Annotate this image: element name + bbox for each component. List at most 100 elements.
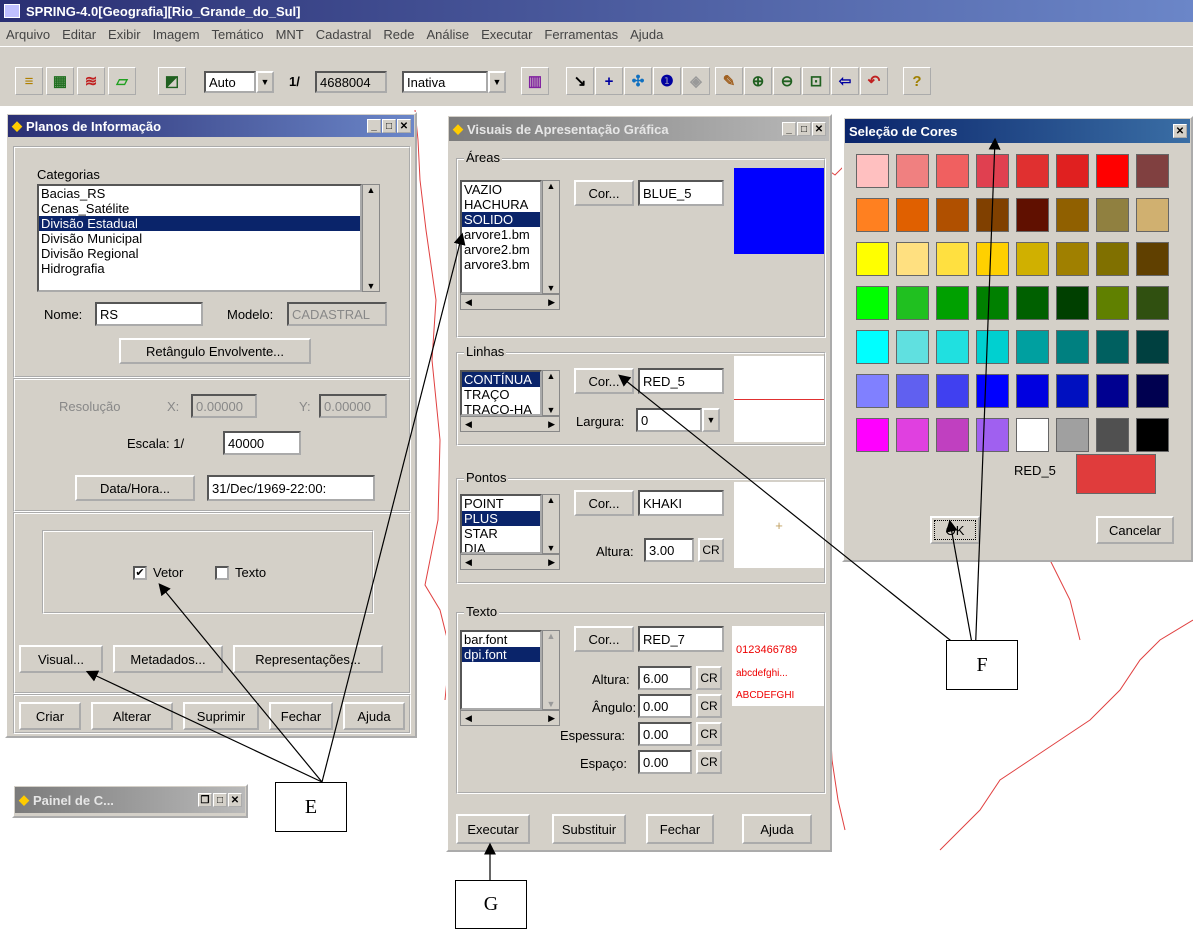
color-swatch[interactable]	[1016, 242, 1049, 276]
list-item[interactable]: Divisão Estadual	[39, 216, 360, 231]
largura-select[interactable]: 0	[636, 408, 702, 432]
pontos-list[interactable]: POINT PLUS STAR DIA	[460, 494, 542, 554]
list-item[interactable]: Bacias_RS	[39, 186, 360, 201]
color-swatch[interactable]	[856, 198, 889, 232]
close-icon[interactable]: ✕	[397, 119, 411, 133]
menu-item[interactable]: Imagem	[153, 27, 200, 42]
list-item[interactable]: arvore3.bm	[462, 257, 540, 272]
data-hora-button[interactable]: Data/Hora...	[75, 475, 195, 501]
color-swatch[interactable]	[1136, 374, 1169, 408]
areas-list[interactable]: VAZIO HACHURA SOLIDO arvore1.bm arvore2.bm ar…	[460, 180, 542, 294]
color-swatch[interactable]	[1136, 242, 1169, 276]
map-view-icon[interactable]: ◩	[158, 67, 186, 95]
help-icon[interactable]: ?	[903, 67, 931, 95]
linhas-cor-button[interactable]: Cor...	[574, 368, 634, 394]
color-swatch[interactable]	[976, 286, 1009, 320]
list-item[interactable]: Divisão Municipal	[39, 231, 360, 246]
menu-item[interactable]: Temático	[212, 27, 264, 42]
menu-item[interactable]: Editar	[62, 27, 96, 42]
close-icon[interactable]: ✕	[228, 793, 242, 807]
menu-item[interactable]: Análise	[426, 27, 469, 42]
arrow-down-right-icon[interactable]: ↘	[566, 67, 594, 95]
color-swatch[interactable]	[856, 418, 889, 452]
zoom-in-icon[interactable]: ⊕	[744, 67, 772, 95]
plane-icon[interactable]: ▱	[108, 67, 136, 95]
color-swatch[interactable]	[1056, 154, 1089, 188]
color-swatch[interactable]	[1056, 418, 1089, 452]
mode-select[interactable]: Auto	[204, 71, 256, 93]
color-swatch[interactable]	[936, 198, 969, 232]
color-swatch[interactable]	[1016, 418, 1049, 452]
criar-button[interactable]: Criar	[19, 702, 81, 730]
color-swatch[interactable]	[896, 242, 929, 276]
metadados-button[interactable]: Metadados...	[113, 645, 223, 673]
color-swatch[interactable]	[1096, 330, 1129, 364]
painel-window[interactable]: ◆ Painel de C... ❐ □ ✕	[12, 784, 248, 818]
fechar-button[interactable]: Fechar	[269, 702, 333, 730]
ajuda-button[interactable]: Ajuda	[343, 702, 405, 730]
pontos-cor-button[interactable]: Cor...	[574, 490, 634, 516]
pontos-hscrollbar[interactable]: ◀ ▶	[460, 554, 560, 570]
texto-espaco-field[interactable]: 0.00	[638, 750, 692, 774]
color-swatch[interactable]	[1136, 330, 1169, 364]
color-swatch[interactable]	[976, 330, 1009, 364]
list-item[interactable]: CONTÍNUA	[462, 372, 540, 387]
maximize-icon[interactable]: □	[382, 119, 396, 133]
vetor-checkbox[interactable]: ✔ Vetor	[133, 565, 183, 580]
mode-dropdown-button[interactable]: ▼	[256, 71, 274, 93]
linhas-list[interactable]: CONTÍNUA TRAÇO TRAÇO-HA	[460, 370, 542, 416]
menu-item[interactable]: Exibir	[108, 27, 141, 42]
color-swatch[interactable]	[1056, 242, 1089, 276]
texto-hscrollbar[interactable]: ◀ ▶	[460, 710, 560, 726]
texto-checkbox[interactable]: Texto	[215, 565, 266, 580]
list-item[interactable]: Cenas_Satélite	[39, 201, 360, 216]
areas-cor-field[interactable]: BLUE_5	[638, 180, 724, 206]
color-swatch[interactable]	[1096, 374, 1129, 408]
texto-altura-cr-button[interactable]: CR	[696, 666, 722, 690]
state-dropdown-button[interactable]: ▼	[488, 71, 506, 93]
data-hora-field[interactable]: 31/Dec/1969-22:00:	[207, 475, 375, 501]
maximize-icon[interactable]: □	[797, 122, 811, 136]
largura-dropdown-button[interactable]: ▼	[702, 408, 720, 432]
escala-field[interactable]: 40000	[223, 431, 301, 455]
color-swatch[interactable]	[936, 242, 969, 276]
list-item[interactable]: SOLIDO	[462, 212, 540, 227]
restore-icon[interactable]: ❐	[198, 793, 212, 807]
list-item[interactable]: HACHURA	[462, 197, 540, 212]
layers-icon[interactable]: ≋	[77, 67, 105, 95]
menu-item[interactable]: Ajuda	[630, 27, 663, 42]
suprimir-button[interactable]: Suprimir	[183, 702, 259, 730]
visuais-ajuda-button[interactable]: Ajuda	[742, 814, 812, 844]
pontos-cor-field[interactable]: KHAKI	[638, 490, 724, 516]
color-swatch[interactable]	[1096, 198, 1129, 232]
crosshair-icon[interactable]: +	[595, 67, 623, 95]
list-item[interactable]: bar.font	[462, 632, 540, 647]
list-item[interactable]: arvore1.bm	[462, 227, 540, 242]
texto-angulo-cr-button[interactable]: CR	[696, 694, 722, 718]
pan-icon[interactable]: ✣	[624, 67, 652, 95]
color-swatch[interactable]	[936, 286, 969, 320]
state-select[interactable]: Inativa	[402, 71, 488, 93]
list-item[interactable]: TRAÇO	[462, 387, 540, 402]
undo-icon[interactable]: ↶	[860, 67, 888, 95]
texto-espessura-field[interactable]: 0.00	[638, 722, 692, 746]
linhas-hscrollbar[interactable]: ◀ ▶	[460, 416, 560, 432]
menu-item[interactable]: Executar	[481, 27, 532, 42]
list-item[interactable]: DIA	[462, 541, 540, 552]
texto-angulo-field[interactable]: 0.00	[638, 694, 692, 718]
color-swatch[interactable]	[1016, 286, 1049, 320]
list-item[interactable]: arvore2.bm	[462, 242, 540, 257]
color-swatch[interactable]	[936, 374, 969, 408]
color-swatch[interactable]	[896, 154, 929, 188]
executar-button[interactable]: Executar	[456, 814, 530, 844]
representacoes-button[interactable]: Representações...	[233, 645, 383, 673]
pontos-altura-field[interactable]: 3.00	[644, 538, 694, 562]
color-swatch[interactable]	[896, 286, 929, 320]
visual-button[interactable]: Visual...	[19, 645, 103, 673]
menu-item[interactable]: Cadastral	[316, 27, 372, 42]
zoom-out-icon[interactable]: ⊖	[773, 67, 801, 95]
minimize-icon[interactable]: _	[782, 122, 796, 136]
back-icon[interactable]: ⇦	[831, 67, 859, 95]
color-swatch[interactable]	[1056, 330, 1089, 364]
retangulo-envolvente-button[interactable]: Retângulo Envolvente...	[119, 338, 311, 364]
